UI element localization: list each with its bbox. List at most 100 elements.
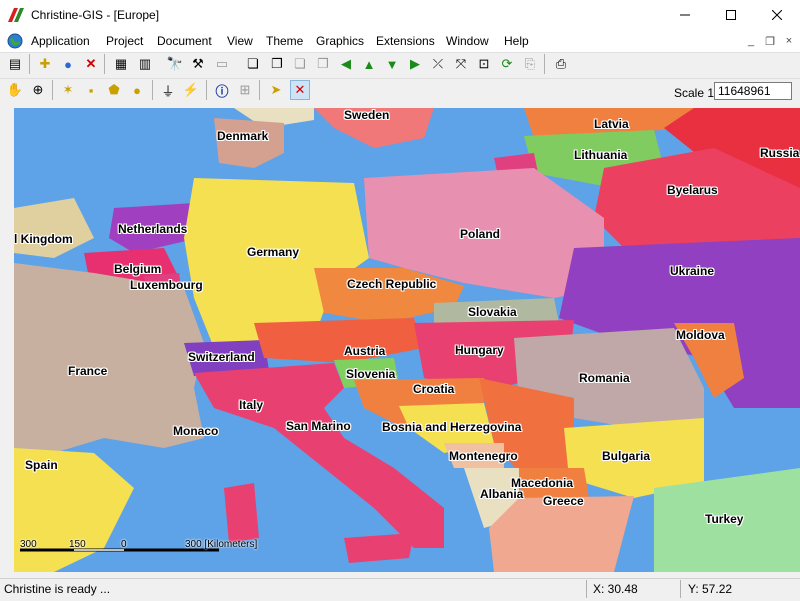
label-luxembourg: Luxembourg <box>130 278 203 292</box>
select-polygon-icon: ⬟ <box>108 82 120 97</box>
menu-document[interactable]: Document <box>157 34 212 48</box>
zoom-full-button[interactable]: ⤫ <box>428 54 448 74</box>
delete-icon: ✕ <box>85 56 97 71</box>
select-polygon-button[interactable]: ⬟ <box>104 80 124 100</box>
copy-disabled-button[interactable]: ❏ <box>290 54 310 74</box>
hammer-button[interactable]: ⚒ <box>188 54 208 74</box>
scale-input[interactable] <box>714 82 792 100</box>
move-left-icon: ◀ <box>341 56 351 71</box>
zoom-full-icon: ⤫ <box>432 56 444 71</box>
blank-icon: ▭ <box>215 56 229 71</box>
menu-help[interactable]: Help <box>504 34 529 48</box>
menu-application[interactable]: Application <box>31 34 90 48</box>
paste-disabled-icon: ❐ <box>317 56 329 71</box>
mdi-close-button[interactable]: × <box>781 33 797 49</box>
label-moldova: Moldova <box>676 328 725 342</box>
add-theme-button[interactable]: ✚ <box>35 54 55 74</box>
print-icon: ⎙ <box>555 56 567 71</box>
hotlink-icon: ⚡ <box>182 82 200 97</box>
menu-window[interactable]: Window <box>446 34 489 48</box>
label-belgium: Belgium <box>114 262 162 276</box>
document-globe-icon[interactable] <box>7 33 23 49</box>
move-left-button[interactable]: ◀ <box>336 54 356 74</box>
label-latvia: Latvia <box>594 117 629 131</box>
select-circle-button[interactable]: ● <box>127 80 147 100</box>
label-pointer-button[interactable]: ➤ <box>266 80 286 100</box>
label-icon: ⊞ <box>239 82 251 97</box>
export-button[interactable]: ⎘ <box>520 54 540 74</box>
menu-graphics[interactable]: Graphics <box>316 34 364 48</box>
blank-button[interactable]: ▭ <box>212 54 232 74</box>
label-slovenia: Slovenia <box>346 367 396 381</box>
zoom-active-button[interactable]: ⊡ <box>474 54 494 74</box>
hotlink-button[interactable]: ⚡ <box>181 80 201 100</box>
zoom-extent-button[interactable]: ⤧ <box>451 54 471 74</box>
move-up-button[interactable]: ▲ <box>359 54 379 74</box>
mdi-restore-button[interactable]: ❐ <box>762 33 778 49</box>
open-project-icon: ▤ <box>8 56 22 71</box>
table-button[interactable]: ▥ <box>135 54 155 74</box>
toolbar-separator <box>206 80 207 100</box>
zoom-in-button[interactable]: ⊕ <box>28 80 48 100</box>
move-right-button[interactable]: ▶ <box>405 54 425 74</box>
refresh-button[interactable]: ⟳ <box>497 54 517 74</box>
label-italy: Italy <box>239 398 264 412</box>
properties-button[interactable]: ▦ <box>111 54 131 74</box>
status-separator <box>680 580 681 598</box>
scalebar-tick-300-km: 300 [Kilometers] <box>185 539 258 550</box>
label-greece: Greece <box>543 494 584 508</box>
christine-logo-icon <box>8 8 24 22</box>
label-lithuania: Lithuania <box>574 148 628 162</box>
open-project-button[interactable]: ▤ <box>5 54 25 74</box>
copy-button[interactable]: ❏ <box>243 54 263 74</box>
minimize-button[interactable] <box>662 0 708 30</box>
toolbar-separator <box>29 54 30 74</box>
label-sweden: Sweden <box>344 108 390 122</box>
paste-icon: ❐ <box>271 56 283 71</box>
maximize-icon <box>726 10 736 20</box>
pan-button[interactable]: ✋ <box>5 80 25 100</box>
print-button[interactable]: ⎙ <box>551 54 571 74</box>
globe-properties-button[interactable]: ● <box>58 54 78 74</box>
measure-button[interactable]: ⏚ <box>158 80 178 100</box>
status-y-coordinate: Y: 57.22 <box>688 582 733 596</box>
menu-project[interactable]: Project <box>106 34 143 48</box>
label-montenegro: Montenegro <box>449 449 518 463</box>
menu-view[interactable]: View <box>227 34 253 48</box>
remove-labels-icon: ✕ <box>294 82 306 97</box>
hammer-icon: ⚒ <box>192 56 204 71</box>
pan-hand-icon: ✋ <box>6 82 24 97</box>
mdi-minimize-icon: _ <box>747 35 755 47</box>
menu-extensions[interactable]: Extensions <box>376 34 435 48</box>
label-russia: Russia <box>760 146 800 160</box>
mdi-close-icon: × <box>785 35 793 47</box>
window-title: Christine-GIS - [Europe] <box>31 8 160 22</box>
label-austria: Austria <box>344 344 386 358</box>
toolbar-separator <box>259 80 260 100</box>
find-button[interactable]: 🔭 <box>165 54 185 74</box>
remove-labels-button[interactable]: ✕ <box>290 80 310 100</box>
label-croatia: Croatia <box>413 382 455 396</box>
label-button[interactable]: ⊞ <box>235 80 255 100</box>
mdi-minimize-button[interactable]: _ <box>743 33 759 49</box>
paste-button[interactable]: ❐ <box>267 54 287 74</box>
select-button[interactable]: ✶ <box>58 80 78 100</box>
move-right-icon: ▶ <box>410 56 420 71</box>
title-bar: Christine-GIS - [Europe] <box>0 0 800 30</box>
label-byelarus: Byelarus <box>667 183 718 197</box>
delete-button[interactable]: ✕ <box>81 54 101 74</box>
select-rect-button[interactable]: ▪ <box>81 80 101 100</box>
label-czech-republic: Czech Republic <box>347 277 437 291</box>
menu-theme[interactable]: Theme <box>266 34 303 48</box>
maximize-button[interactable] <box>708 0 754 30</box>
close-button[interactable] <box>754 0 800 30</box>
properties-icon: ▦ <box>114 56 128 71</box>
scalebar-tick-150: 150 <box>69 539 86 550</box>
info-button[interactable]: ⓘ <box>212 80 232 100</box>
paste-disabled-button[interactable]: ❐ <box>313 54 333 74</box>
scalebar-tick-300: 300 <box>20 539 37 550</box>
move-down-button[interactable]: ▼ <box>382 54 402 74</box>
map-view[interactable]: Sweden Latvia Denmark Lithuania Russia B… <box>14 108 800 572</box>
status-x-coordinate: X: 30.48 <box>593 582 638 596</box>
toolbar-separator <box>52 80 53 100</box>
